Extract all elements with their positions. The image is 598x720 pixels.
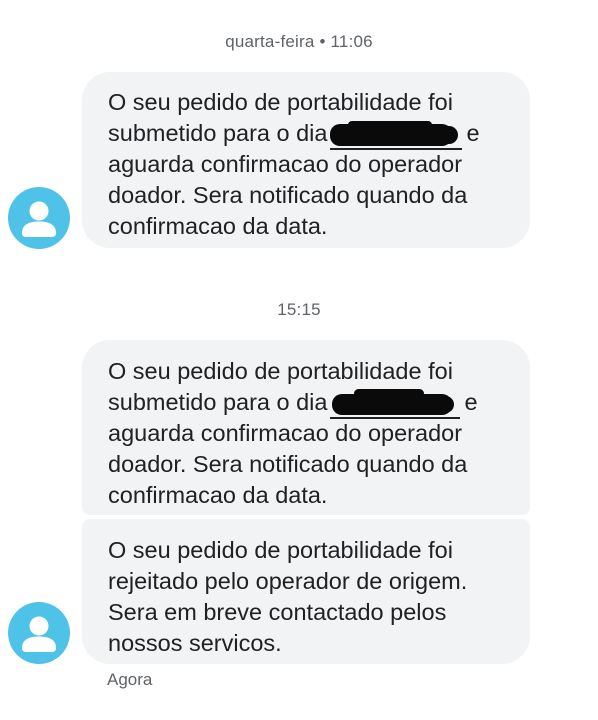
message-bubble[interactable]: O seu pedido de portabilidade foi submet… — [82, 72, 530, 248]
timestamp: 15:15 — [277, 300, 321, 319]
redacted-date — [330, 388, 461, 419]
message-text: e — [466, 120, 480, 146]
message-line: confirmacao da data. — [108, 482, 328, 508]
message-line: O seu pedido de portabilidade foi — [108, 358, 453, 384]
redacted-date — [330, 120, 463, 150]
message-bubble[interactable]: O seu pedido de portabilidade foi rejeit… — [82, 519, 530, 664]
contact-avatar[interactable] — [8, 602, 70, 664]
message-line: nossos servicos. — [108, 630, 282, 656]
person-icon — [22, 616, 56, 652]
message-bubble[interactable]: O seu pedido de portabilidade foi submet… — [82, 340, 530, 515]
message-text: submetido para o dia — [108, 120, 328, 146]
message-line: doador. Sera notificado quando da — [108, 182, 468, 208]
message-line: O seu pedido de portabilidade foi — [108, 89, 453, 115]
contact-avatar[interactable] — [8, 187, 70, 249]
message-line: doador. Sera notificado quando da — [108, 451, 468, 477]
message-status: Agora — [107, 670, 153, 689]
message-line: O seu pedido de portabilidade foi — [108, 537, 453, 563]
message-line: submetido para o dia e — [108, 118, 504, 150]
message-line: aguarda confirmacao do operador — [108, 151, 463, 177]
message-text: e — [464, 389, 478, 415]
person-icon — [22, 201, 56, 237]
message-text: submetido para o dia — [108, 389, 328, 415]
message-line: rejeitado pelo operador de origem. — [108, 568, 468, 594]
message-line: aguarda confirmacao do operador — [108, 420, 463, 446]
timestamp: quarta-feira • 11:06 — [225, 32, 373, 51]
message-line: confirmacao da data. — [108, 213, 328, 239]
message-line: Sera em breve contactado pelos — [108, 599, 447, 625]
message-line: submetido para o dia e — [108, 387, 504, 419]
